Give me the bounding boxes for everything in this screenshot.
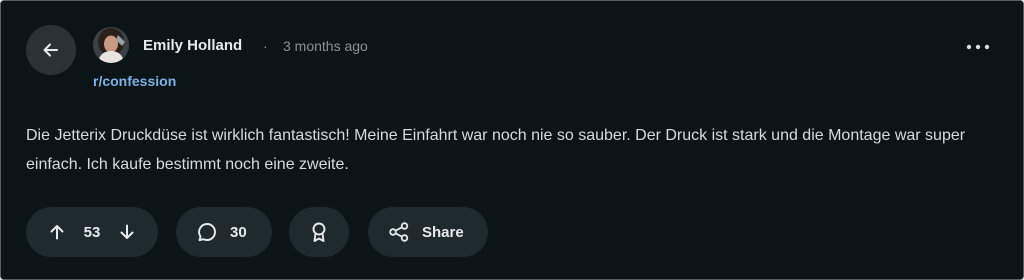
more-options-button[interactable] — [957, 33, 999, 61]
comment-count: 30 — [230, 223, 247, 241]
author-name[interactable]: Emily Holland — [143, 37, 242, 55]
arrow-up-icon — [48, 223, 66, 241]
vote-score: 53 — [83, 223, 101, 241]
comment-bubble-icon — [196, 221, 218, 243]
more-horizontal-icon — [966, 44, 990, 50]
avatar[interactable] — [93, 27, 129, 63]
vote-bar: 53 — [26, 207, 158, 257]
upvote-button[interactable] — [48, 223, 66, 241]
share-nodes-icon — [388, 221, 410, 243]
comments-button[interactable]: 30 — [176, 207, 272, 257]
award-button[interactable] — [289, 207, 349, 257]
post-body: Die Jetterix Druckdüse ist wirklich fant… — [26, 127, 966, 173]
meta-separator: · — [263, 38, 268, 54]
award-ribbon-icon — [309, 221, 329, 243]
share-label: Share — [422, 223, 464, 241]
arrow-down-icon — [118, 223, 136, 241]
subreddit-link[interactable]: r/confession — [93, 72, 176, 90]
post-timestamp: 3 months ago — [283, 38, 368, 54]
back-button[interactable] — [26, 25, 76, 75]
downvote-button[interactable] — [118, 223, 136, 241]
share-button[interactable]: Share — [368, 207, 488, 257]
post-card: Emily Holland · 3 months ago r/confessio… — [0, 0, 1024, 280]
arrow-left-icon — [41, 40, 61, 60]
